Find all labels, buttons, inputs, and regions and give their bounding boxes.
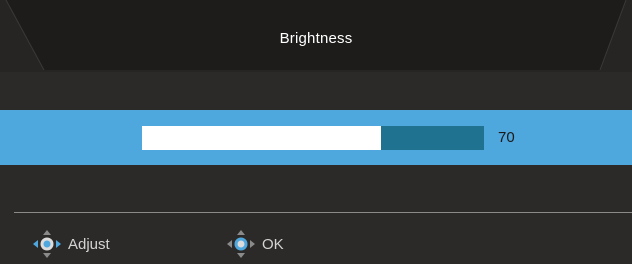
brightness-value: 70 [498, 129, 515, 146]
joystick-left-right-icon [33, 230, 61, 258]
hint-adjust-label: Adjust [68, 235, 110, 253]
brightness-slider-fill [142, 126, 382, 150]
title-panel: Brightness [0, 0, 632, 72]
joystick-press-icon [227, 230, 255, 258]
page-title: Brightness [279, 30, 353, 47]
hint-ok-label: OK [262, 235, 284, 253]
divider [14, 212, 632, 213]
osd-menu: Brightness 70 Adjust OK [0, 0, 632, 264]
hint-adjust: Adjust [32, 229, 110, 259]
hint-ok: OK [226, 229, 284, 259]
brightness-slider[interactable] [142, 126, 484, 150]
